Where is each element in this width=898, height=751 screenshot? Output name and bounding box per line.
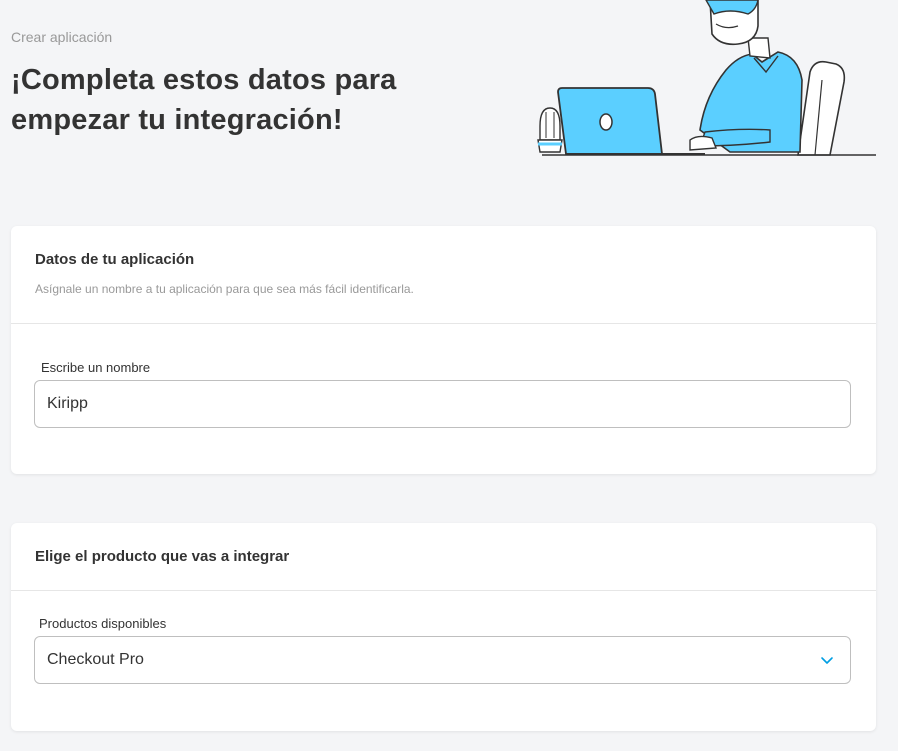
breadcrumb: Crear aplicación — [11, 29, 113, 45]
app-card-description: Asígnale un nombre a tu aplicación para … — [35, 282, 414, 296]
app-name-input[interactable]: Kiripp — [34, 380, 851, 428]
card-divider — [11, 590, 876, 591]
page-title: ¡Completa estos datos para empezar tu in… — [11, 64, 397, 136]
app-card-title: Datos de tu aplicación — [35, 251, 195, 268]
app-name-value: Kiripp — [47, 395, 88, 412]
developer-illustration — [537, 0, 876, 156]
product-card: Elige el producto que vas a integrar Pro… — [11, 523, 876, 731]
products-label: Productos disponibles — [39, 616, 167, 631]
chevron-down-icon — [821, 657, 833, 664]
card-divider — [11, 323, 876, 324]
app-name-label: Escribe un nombre — [41, 360, 151, 375]
selected-product: Checkout Pro — [47, 651, 144, 668]
product-select[interactable]: Checkout Pro — [34, 636, 851, 684]
product-card-title: Elige el producto que vas a integrar — [35, 548, 290, 565]
app-data-card: Datos de tu aplicación Asígnale un nombr… — [11, 226, 876, 474]
